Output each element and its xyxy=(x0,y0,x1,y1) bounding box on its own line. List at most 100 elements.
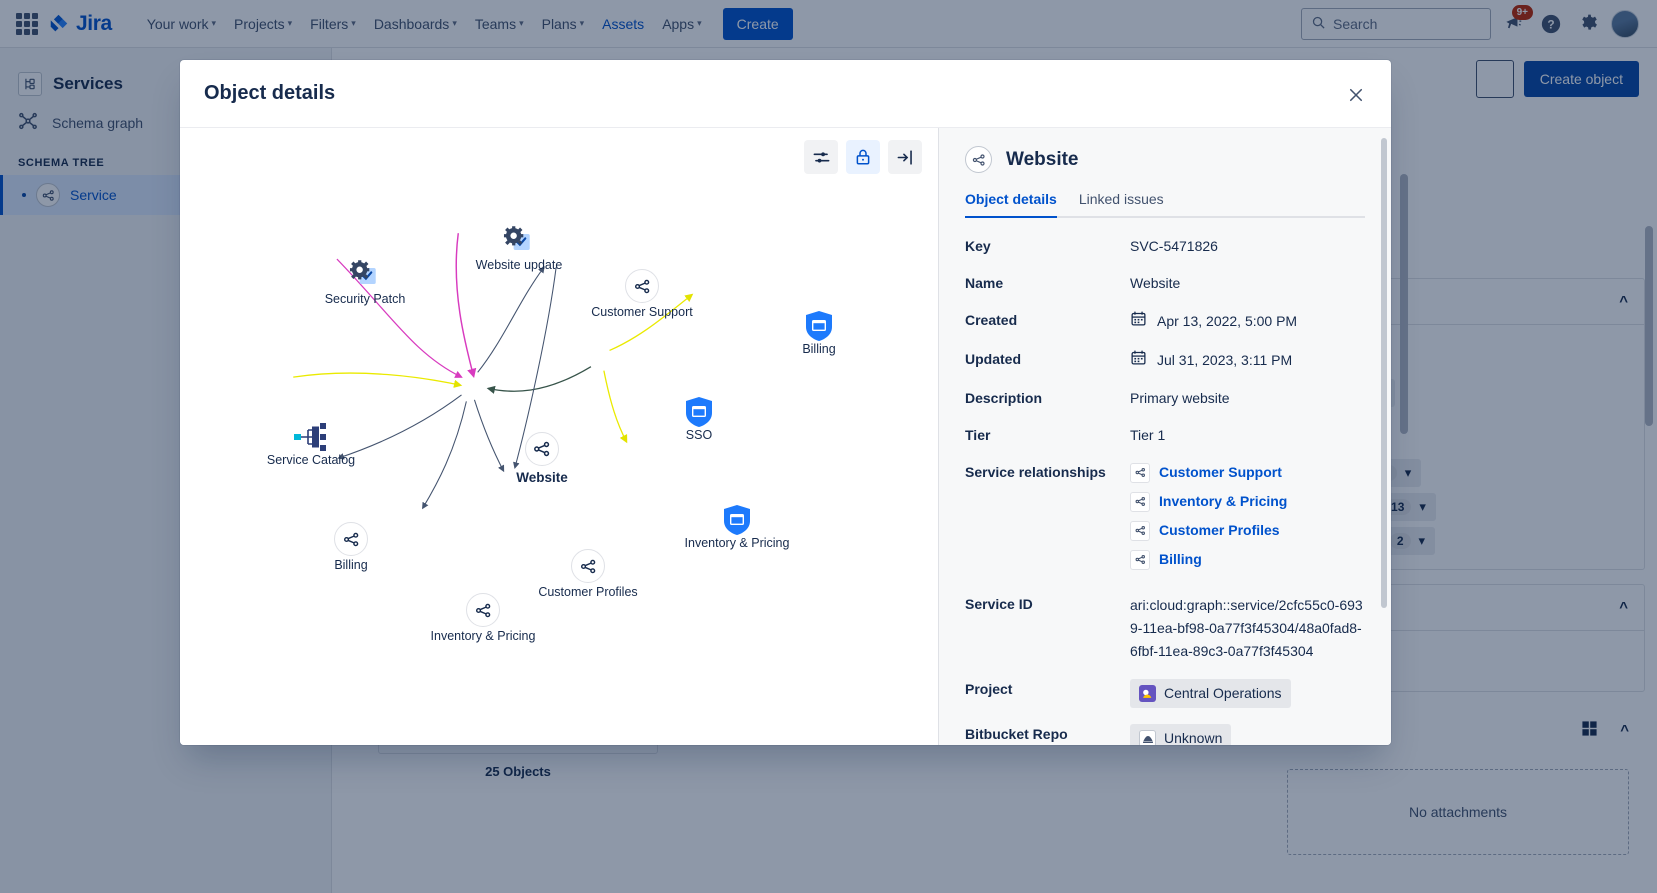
change-request-icon xyxy=(499,222,539,262)
relationship-label: Billing xyxy=(1159,549,1202,570)
bitbucket-value: Unknown xyxy=(1164,728,1222,745)
service-share-icon xyxy=(334,522,368,556)
graph-node-customer-support[interactable]: Customer Support xyxy=(625,269,659,303)
field-label: Name xyxy=(965,273,1130,293)
object-details-panel: Website Object details Linked issues Key… xyxy=(939,128,1391,745)
graph-toolbar xyxy=(804,140,922,174)
field-value: Primary website xyxy=(1130,388,1365,409)
bitbucket-lozenge[interactable]: Unknown xyxy=(1130,724,1231,745)
relationship-label: Customer Profiles xyxy=(1159,520,1280,541)
relationship-link-customer-profiles[interactable]: Customer Profiles xyxy=(1130,520,1365,541)
lock-icon[interactable] xyxy=(846,140,880,174)
service-share-icon xyxy=(571,549,605,583)
details-header: Website xyxy=(965,146,1365,173)
field-label: Bitbucket Repo xyxy=(965,724,1130,744)
field-created: Created xyxy=(965,310,1365,333)
tab-object-details[interactable]: Object details xyxy=(965,191,1057,216)
graph-node-website-update[interactable]: Website update xyxy=(499,222,539,262)
field-project: Project Central Operations xyxy=(965,679,1365,708)
graph-node-billing-application[interactable]: Billing xyxy=(799,306,839,346)
field-value: Website xyxy=(1130,273,1365,294)
service-share-icon xyxy=(525,432,559,466)
service-catalog-icon xyxy=(291,417,331,457)
graph-node-security-patch[interactable]: Security Patch xyxy=(345,256,385,296)
object-graph-canvas[interactable]: Website update xyxy=(180,128,939,745)
details-scrollbar[interactable] xyxy=(1381,138,1387,608)
field-label: Key xyxy=(965,236,1130,256)
graph-edges xyxy=(180,128,938,629)
close-icon[interactable] xyxy=(1341,80,1371,110)
node-label: Inventory & Pricing xyxy=(431,629,536,643)
graph-node-sso[interactable]: SSO xyxy=(679,392,719,432)
relationship-link-customer-support[interactable]: Customer Support xyxy=(1130,462,1365,483)
service-share-icon xyxy=(1130,492,1150,512)
field-key: Key SVC-5471826 xyxy=(965,236,1365,257)
modal-body: Website update xyxy=(180,128,1391,745)
field-service-relationships: Service relationships Customer Support xyxy=(965,462,1365,578)
node-label: Billing xyxy=(802,342,835,356)
calendar-icon xyxy=(1130,310,1147,333)
node-label: Inventory & Pricing xyxy=(685,536,790,550)
collapse-panel-icon[interactable] xyxy=(888,140,922,174)
node-label: SSO xyxy=(686,428,712,442)
field-value: Tier 1 xyxy=(1130,425,1365,446)
node-label: Customer Support xyxy=(591,305,692,319)
field-name: Name Website xyxy=(965,273,1365,294)
relationship-link-inventory-pricing[interactable]: Inventory & Pricing xyxy=(1130,491,1365,512)
node-label: Billing xyxy=(334,558,367,572)
object-details-modal: Object details xyxy=(180,60,1391,745)
field-value: Jul 31, 2023, 3:11 PM xyxy=(1157,350,1292,371)
field-tier: Tier Tier 1 xyxy=(965,425,1365,446)
application-shield-icon xyxy=(799,306,839,346)
field-bitbucket-repo: Bitbucket Repo Unknown xyxy=(965,724,1365,745)
field-label: Service ID xyxy=(965,594,1130,614)
field-label: Service relationships xyxy=(965,462,1130,482)
field-label: Project xyxy=(965,679,1130,699)
relationship-label: Inventory & Pricing xyxy=(1159,491,1287,512)
graph-node-website[interactable]: Website xyxy=(525,432,559,466)
node-label: Website xyxy=(516,470,568,485)
relationship-link-billing[interactable]: Billing xyxy=(1130,549,1365,570)
graph-node-service-catalog[interactable]: Service Catalog xyxy=(291,417,331,457)
bitbucket-repo-icon xyxy=(1139,730,1156,745)
node-label: Customer Profiles xyxy=(538,585,637,599)
service-share-icon xyxy=(466,593,500,627)
calendar-icon xyxy=(1130,349,1147,372)
application-shield-icon xyxy=(717,500,757,540)
field-label: Description xyxy=(965,388,1130,408)
relationship-label: Customer Support xyxy=(1159,462,1282,483)
change-request-icon xyxy=(345,256,385,296)
object-title: Website xyxy=(1006,149,1079,171)
graph-node-billing-service[interactable]: Billing xyxy=(334,522,368,556)
modal-header: Object details xyxy=(180,60,1391,128)
field-service-id: Service ID ari:cloud:graph::service/2cfc… xyxy=(965,594,1365,663)
service-share-icon xyxy=(1130,550,1150,570)
service-share-icon xyxy=(965,146,992,173)
node-label: Security Patch xyxy=(325,292,406,306)
service-share-icon xyxy=(1130,463,1150,483)
graph-node-inventory-pricing-service[interactable]: Inventory & Pricing xyxy=(466,593,500,627)
field-label: Created xyxy=(965,310,1130,330)
details-tabs: Object details Linked issues xyxy=(965,191,1365,218)
field-label: Tier xyxy=(965,425,1130,445)
project-lozenge[interactable]: Central Operations xyxy=(1130,679,1291,708)
project-value: Central Operations xyxy=(1164,683,1282,704)
application-shield-icon xyxy=(679,392,719,432)
graph-node-inventory-pricing-application[interactable]: Inventory & Pricing xyxy=(717,500,757,540)
field-updated: Updated xyxy=(965,349,1365,372)
field-value: Apr 13, 2022, 5:00 PM xyxy=(1157,311,1297,332)
details-inner: Website Object details Linked issues Key… xyxy=(939,128,1391,745)
node-label: Website update xyxy=(476,258,563,272)
node-label: Service Catalog xyxy=(267,453,355,467)
field-label: Updated xyxy=(965,349,1130,369)
service-share-icon xyxy=(1130,521,1150,541)
field-value: ari:cloud:graph::service/2cfc55c0-6939-1… xyxy=(1130,594,1365,663)
field-description: Description Primary website xyxy=(965,388,1365,409)
filter-settings-icon[interactable] xyxy=(804,140,838,174)
field-value: SVC-5471826 xyxy=(1130,236,1365,257)
graph-node-customer-profiles[interactable]: Customer Profiles xyxy=(571,549,605,583)
modal-title: Object details xyxy=(204,82,335,105)
project-avatar-icon xyxy=(1139,685,1156,702)
service-share-icon xyxy=(625,269,659,303)
tab-linked-issues[interactable]: Linked issues xyxy=(1079,191,1164,216)
